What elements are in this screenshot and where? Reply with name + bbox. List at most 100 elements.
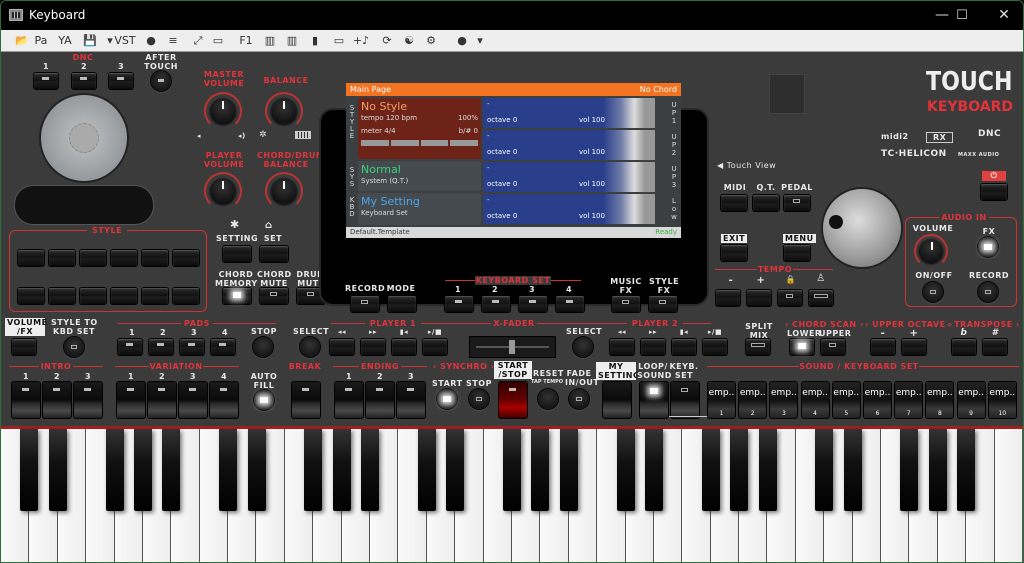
- black-key[interactable]: [815, 429, 834, 511]
- black-key[interactable]: [730, 429, 749, 511]
- chord-mute-button[interactable]: [260, 288, 288, 304]
- player1-rewind-button[interactable]: [330, 339, 354, 355]
- yin-yang-icon[interactable]: ☯: [400, 32, 418, 50]
- variation-4-button[interactable]: [210, 382, 238, 418]
- style-button-12[interactable]: [173, 288, 199, 304]
- piano-keyboard[interactable]: [1, 426, 1023, 562]
- black-key[interactable]: [105, 429, 124, 511]
- yamaha-icon[interactable]: YA: [56, 32, 74, 50]
- synchro-stop-button[interactable]: [469, 389, 489, 409]
- loop-sound-button[interactable]: [640, 382, 668, 418]
- fade-button[interactable]: [569, 389, 589, 409]
- transpose-flat-button[interactable]: [952, 339, 976, 355]
- resize-icon[interactable]: ⤢: [189, 32, 207, 50]
- start-stop-button[interactable]: [499, 382, 527, 418]
- main-display[interactable]: Main Page No Chord STYLE SYS KBD No Styl…: [346, 83, 681, 238]
- f1-icon[interactable]: F1: [237, 32, 255, 50]
- kbd-cell[interactable]: My Setting Keyboard Set: [358, 193, 481, 225]
- black-key[interactable]: [531, 429, 550, 511]
- tempo-minus-button[interactable]: [716, 290, 740, 306]
- close-button[interactable]: ✕: [981, 1, 1023, 30]
- record-button[interactable]: [351, 296, 379, 312]
- sound-button-10[interactable]: emp.. 10: [988, 382, 1016, 418]
- keyboard-qt-icon[interactable]: ▥: [261, 32, 279, 50]
- break-button[interactable]: [292, 382, 320, 418]
- keyboard-set-4-button[interactable]: [556, 296, 584, 312]
- black-key[interactable]: [644, 429, 663, 511]
- korg-pa-icon[interactable]: Pa: [32, 32, 50, 50]
- track-scroll[interactable]: [645, 98, 655, 128]
- track-scroll[interactable]: [645, 130, 655, 160]
- black-key[interactable]: [219, 429, 238, 511]
- player1-play-stop-button[interactable]: [423, 339, 447, 355]
- chord-scan-lower-button[interactable]: [790, 339, 814, 355]
- set-button[interactable]: [260, 246, 288, 262]
- ending-3-button[interactable]: [397, 382, 425, 418]
- vst-icon[interactable]: VST: [113, 32, 137, 50]
- ending-2-button[interactable]: [366, 382, 394, 418]
- tempo-plus-button[interactable]: [747, 290, 771, 306]
- black-key[interactable]: [559, 429, 578, 511]
- split-mix-button[interactable]: [746, 339, 770, 355]
- track-up1[interactable]: - octave 0 vol 100: [483, 98, 655, 128]
- black-key[interactable]: [20, 429, 39, 511]
- setting-button[interactable]: [223, 246, 251, 262]
- exit-button[interactable]: [721, 245, 747, 261]
- dnc-2-button[interactable]: [72, 73, 96, 89]
- track-low[interactable]: - octave 0 vol 100: [483, 194, 655, 224]
- player-volume-knob[interactable]: [204, 172, 242, 210]
- chord-drum-balance-knob[interactable]: [265, 172, 303, 210]
- colors-icon[interactable]: ●: [142, 32, 160, 50]
- maximize-button[interactable]: ☐: [939, 1, 985, 30]
- chord-scan-upper-button[interactable]: [821, 339, 845, 355]
- style-button-9[interactable]: [80, 288, 106, 304]
- style-button-11[interactable]: [142, 288, 168, 304]
- keyboard-set-2-button[interactable]: [482, 296, 510, 312]
- black-key[interactable]: [616, 429, 635, 511]
- player2-rewind-button[interactable]: [610, 339, 634, 355]
- after-touch-button[interactable]: [151, 71, 171, 91]
- style-button-2[interactable]: [49, 250, 75, 266]
- black-key[interactable]: [843, 429, 862, 511]
- audio-fx-button[interactable]: [978, 237, 998, 257]
- player2-play-stop-button[interactable]: [703, 339, 727, 355]
- globe-dropdown-icon[interactable]: ▾: [471, 32, 489, 50]
- style-button-10[interactable]: [111, 288, 137, 304]
- black-key[interactable]: [446, 429, 465, 511]
- tempo-lock-button[interactable]: [778, 290, 802, 306]
- refresh-icon[interactable]: ⟳: [378, 32, 396, 50]
- track-scroll[interactable]: [645, 194, 655, 224]
- pad-4-button[interactable]: [211, 339, 235, 355]
- pads-stop-button[interactable]: [253, 337, 273, 357]
- pad-1-button[interactable]: [118, 339, 142, 355]
- joystick-wheel[interactable]: [41, 95, 127, 181]
- player1-fast-forward-button[interactable]: [361, 339, 385, 355]
- audio-on-off-button[interactable]: [923, 282, 943, 302]
- dnc-3-button[interactable]: [109, 73, 133, 89]
- style-cell[interactable]: No Style tempo 120 bpm 100% meter 4/4 b/# …: [358, 98, 481, 159]
- midi-button[interactable]: [721, 195, 747, 211]
- sound-button-8[interactable]: emp.. 8: [926, 382, 954, 418]
- data-dial[interactable]: [823, 189, 901, 267]
- track-up2[interactable]: - octave 0 vol 100: [483, 130, 655, 160]
- black-key[interactable]: [304, 429, 323, 511]
- metronome-button[interactable]: [809, 290, 833, 306]
- audio-record-button[interactable]: [978, 282, 998, 302]
- sound-button-5[interactable]: emp.. 5: [832, 382, 860, 418]
- qt-button[interactable]: [753, 195, 779, 211]
- black-key[interactable]: [957, 429, 976, 511]
- my-setting-button[interactable]: [603, 382, 631, 418]
- style-button-8[interactable]: [49, 288, 75, 304]
- pad-3-button[interactable]: [180, 339, 204, 355]
- globe-icon[interactable]: ●: [453, 32, 471, 50]
- touch-view-icon[interactable]: ▮: [306, 32, 324, 50]
- sound-button-6[interactable]: emp.. 6: [864, 382, 891, 418]
- style-fx-button[interactable]: [649, 296, 677, 312]
- xfader-slider[interactable]: [470, 337, 555, 357]
- menu-button[interactable]: [784, 245, 810, 261]
- window-icon[interactable]: ▭: [209, 32, 227, 50]
- keyboard-cd-icon[interactable]: ▥: [283, 32, 301, 50]
- black-key[interactable]: [503, 429, 521, 511]
- keyboard-set-1-button[interactable]: [445, 296, 473, 312]
- player1-select-button[interactable]: [300, 337, 320, 357]
